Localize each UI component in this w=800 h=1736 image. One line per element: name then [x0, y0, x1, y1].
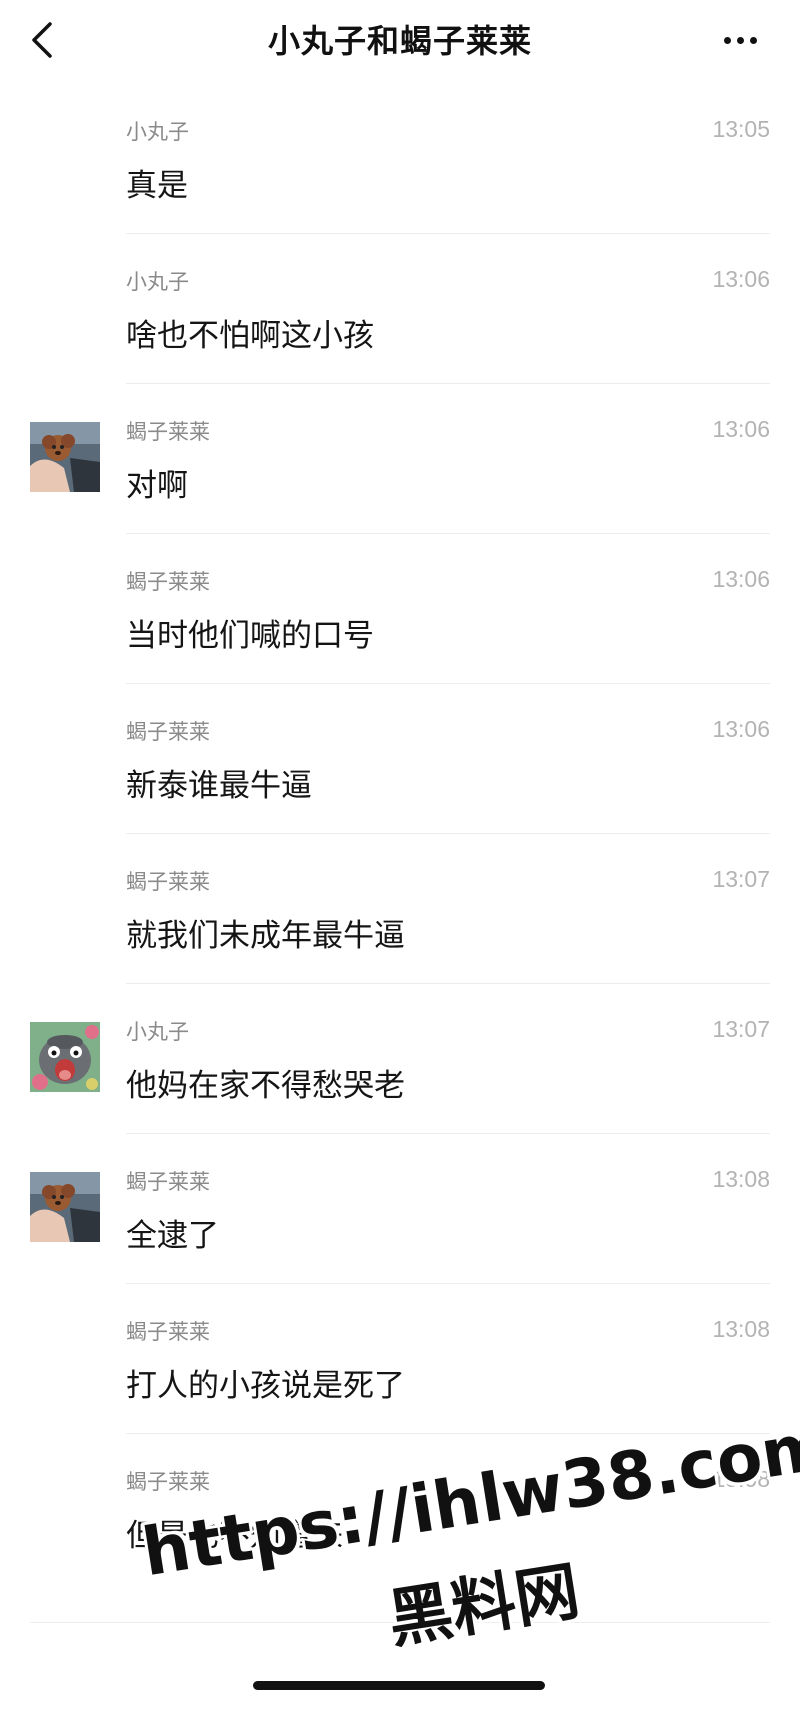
message-text: 就我们未成年最牛逼 [126, 918, 405, 954]
home-indicator[interactable] [253, 1681, 545, 1690]
message-text: 当时他们喊的口号 [126, 618, 374, 654]
bottom-divider [30, 1622, 770, 1623]
more-dot [749, 36, 757, 44]
message-time: 13:06 [712, 266, 770, 292]
message-text: 啥也不怕啊这小孩 [126, 318, 374, 354]
message-time: 13:08 [712, 1466, 770, 1492]
message-time: 13:06 [712, 716, 770, 742]
avatar-dog[interactable] [30, 1172, 100, 1242]
message-time: 13:06 [712, 416, 770, 442]
message-sender: 蝎子莱莱 [126, 870, 210, 894]
message-item[interactable]: 蝎子莱莱 13:06 对啊 [0, 384, 800, 534]
dog-avatar-image [30, 1172, 100, 1242]
message-time: 13:08 [712, 1166, 770, 1192]
message-time: 13:05 [712, 116, 770, 142]
message-text: 全逮了 [126, 1218, 219, 1254]
message-item[interactable]: 小丸子 13:06 啥也不怕啊这小孩 [0, 234, 800, 384]
message-sender: 蝎子莱莱 [126, 1170, 210, 1194]
message-item[interactable]: 蝎子莱莱 13:07 就我们未成年最牛逼 [0, 834, 800, 984]
message-time: 13:07 [712, 866, 770, 892]
message-list: 小丸子 13:05 真是 小丸子 13:06 啥也不怕啊这小孩 蝎子莱莱 13:… [0, 84, 800, 1584]
message-item[interactable]: 小丸子 13:07 他妈在家不得愁哭老 [0, 984, 800, 1134]
message-item[interactable]: 蝎子莱莱 13:08 但是也不知道来 [0, 1434, 800, 1584]
message-text: 他妈在家不得愁哭老 [126, 1068, 405, 1104]
message-sender: 蝎子莱莱 [126, 720, 210, 744]
message-text: 但是也不知道来 [126, 1518, 343, 1554]
message-time: 13:08 [712, 1316, 770, 1342]
message-time: 13:06 [712, 566, 770, 592]
more-horizontal-icon [723, 36, 731, 44]
message-time: 13:07 [712, 1016, 770, 1042]
message-sender: 小丸子 [126, 1020, 189, 1044]
chat-title: 小丸子和蝎子莱莱 [267, 22, 532, 60]
chevron-left-icon [32, 22, 52, 58]
message-text: 对啊 [126, 468, 188, 504]
message-item[interactable]: 小丸子 13:05 真是 [0, 84, 800, 234]
more-button[interactable] [710, 20, 770, 60]
message-sender: 小丸子 [126, 120, 189, 144]
message-sender: 蝎子莱莱 [126, 1470, 210, 1494]
dog-avatar-image [30, 422, 100, 492]
message-item[interactable]: 蝎子莱莱 13:06 当时他们喊的口号 [0, 534, 800, 684]
avatar-cartoon[interactable] [30, 1022, 100, 1092]
message-text: 新泰谁最牛逼 [126, 768, 312, 804]
message-sender: 蝎子莱莱 [126, 420, 210, 444]
chat-header: 小丸子和蝎子莱莱 [0, 0, 800, 84]
message-item[interactable]: 蝎子莱莱 13:06 新泰谁最牛逼 [0, 684, 800, 834]
message-sender: 小丸子 [126, 270, 189, 294]
avatar-dog[interactable] [30, 422, 100, 492]
message-item[interactable]: 蝎子莱莱 13:08 打人的小孩说是死了 [0, 1284, 800, 1434]
message-text: 打人的小孩说是死了 [126, 1368, 405, 1404]
message-sender: 蝎子莱莱 [126, 570, 210, 594]
back-button[interactable] [20, 14, 64, 66]
more-dot [736, 36, 744, 44]
message-sender: 蝎子莱莱 [126, 1320, 210, 1344]
cartoon-avatar-image [30, 1022, 100, 1092]
message-text: 真是 [126, 168, 188, 204]
message-item[interactable]: 蝎子莱莱 13:08 全逮了 [0, 1134, 800, 1284]
